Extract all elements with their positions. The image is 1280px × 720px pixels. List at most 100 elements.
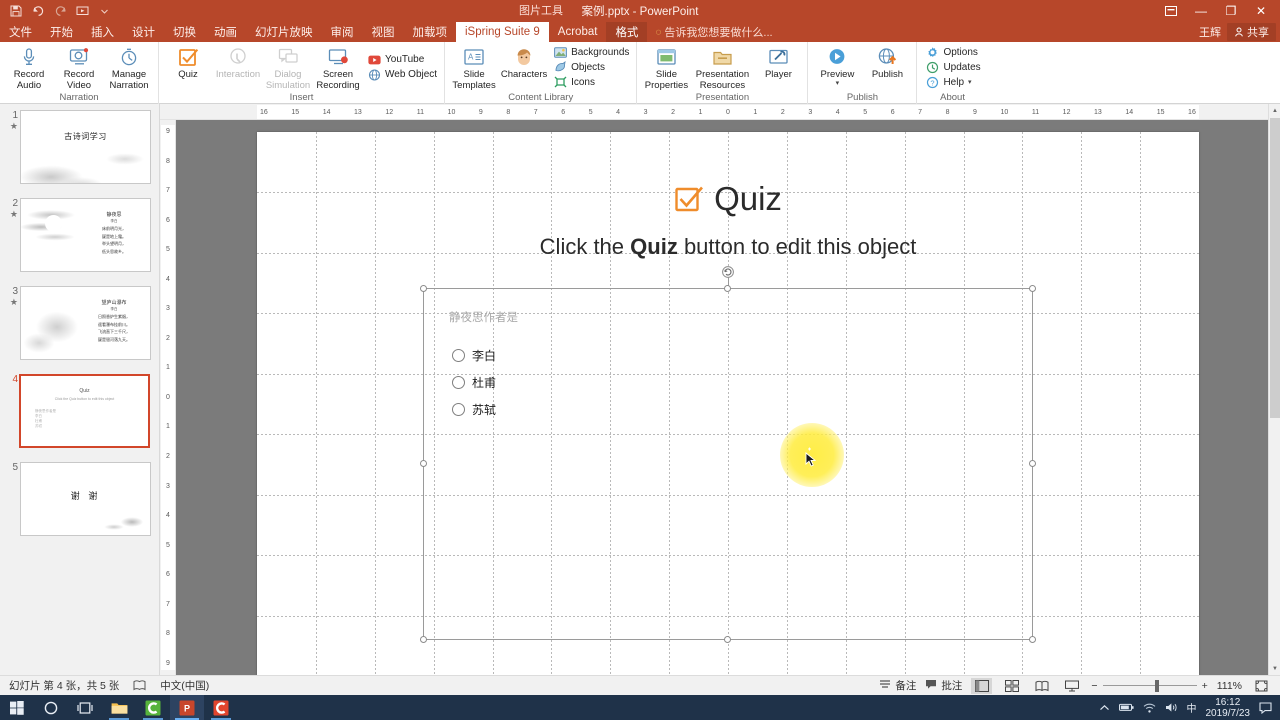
objects-button[interactable]: Objects <box>551 60 632 75</box>
clock[interactable]: 16:12 2019/7/23 <box>1206 697 1251 719</box>
quiz-option-row[interactable]: 李白 <box>452 347 496 364</box>
vertical-ruler[interactable]: 9 8 7 6 5 4 3 2 1 0 1 2 3 4 5 6 7 8 9 <box>160 120 176 675</box>
zoom-in-button[interactable]: + <box>1202 680 1208 692</box>
slide-thumbnail-5[interactable]: 谢 谢 <box>20 462 151 536</box>
slideshow-button[interactable] <box>1061 678 1082 694</box>
action-center-icon[interactable] <box>1259 701 1272 714</box>
scroll-down-icon[interactable]: ▼ <box>1269 662 1280 675</box>
slide-thumbnail-item[interactable]: 3 ★ 望庐山瀑布 李白 日照香炉生紫烟， 遥看瀑布挂前川。 飞流直下三千尺， … <box>0 286 159 368</box>
tab-addins[interactable]: 加载项 <box>404 22 457 42</box>
resize-handle-n[interactable] <box>724 285 731 292</box>
interaction-button[interactable]: Interaction <box>213 44 263 81</box>
slide-thumbnail-item[interactable]: 5 谢 谢 <box>0 462 159 544</box>
resize-handle-nw[interactable] <box>420 285 427 292</box>
cortana-search-button[interactable] <box>34 695 68 720</box>
dialog-simulation-button[interactable]: Dialog Simulation <box>263 44 313 91</box>
presentation-resources-button[interactable]: Presentation Resources <box>691 44 753 91</box>
resize-handle-se[interactable] <box>1029 636 1036 643</box>
help-button[interactable]: ? Help ▾ <box>923 75 983 90</box>
volume-icon[interactable] <box>1165 702 1178 713</box>
quiz-button[interactable]: Quiz <box>163 44 213 81</box>
tab-format[interactable]: 格式 <box>606 22 648 42</box>
rotation-handle[interactable] <box>721 265 735 279</box>
account-area[interactable]: 王辉 共享 <box>1199 22 1276 42</box>
scroll-up-icon[interactable]: ▲ <box>1269 104 1280 117</box>
slide-thumbnail-1[interactable]: 古诗词学习 <box>20 110 151 184</box>
slide-count-status[interactable]: 幻灯片 第 4 张，共 5 张 <box>9 678 119 693</box>
player-button[interactable]: Player <box>753 44 803 81</box>
zoom-slider[interactable]: − + <box>1091 679 1208 692</box>
web-object-button[interactable]: Web Object <box>365 67 440 82</box>
zoom-slider-thumb[interactable] <box>1154 679 1159 692</box>
comments-button[interactable]: 批注 <box>925 678 962 693</box>
slide-edit-area[interactable]: Quiz Click the Quiz button to edit this … <box>176 120 1268 675</box>
wifi-icon[interactable] <box>1143 703 1156 713</box>
slide-properties-button[interactable]: Slide Properties <box>641 44 691 91</box>
tab-ispring-suite-9[interactable]: iSpring Suite 9 <box>456 22 549 42</box>
split-control[interactable] <box>1269 648 1280 662</box>
slide-sorter-button[interactable] <box>1001 678 1022 694</box>
camtasia-studio-button[interactable] <box>136 695 170 720</box>
tab-file[interactable]: 文件 <box>0 22 41 42</box>
publish-button[interactable]: Publish <box>862 44 912 81</box>
vertical-scrollbar[interactable]: ▲ ▼ <box>1268 104 1280 675</box>
close-button[interactable]: ✕ <box>1246 0 1276 22</box>
screen-recording-button[interactable]: Screen Recording <box>313 44 363 91</box>
powerpoint-button[interactable]: P <box>170 695 204 720</box>
selected-quiz-object[interactable]: 静夜思作者是 李白 杜甫 苏轼 <box>420 266 1036 643</box>
radio-button-icon[interactable] <box>452 376 465 389</box>
resize-handle-s[interactable] <box>724 636 731 643</box>
tab-home[interactable]: 开始 <box>41 22 82 42</box>
tab-acrobat[interactable]: Acrobat <box>549 22 607 42</box>
slide-thumbnail-3[interactable]: 望庐山瀑布 李白 日照香炉生紫烟， 遥看瀑布挂前川。 飞流直下三千尺， 疑是银河… <box>20 286 151 360</box>
notes-button[interactable]: 备注 <box>879 678 916 693</box>
file-explorer-button[interactable] <box>102 695 136 720</box>
radio-button-icon[interactable] <box>452 349 465 362</box>
proofing-icon[interactable] <box>133 680 146 691</box>
zoom-track[interactable] <box>1102 679 1197 692</box>
slide-thumbnail-2[interactable]: 静夜思 李白 床前明月光， 疑是地上霜。 举头望明月， 低头思故乡。 <box>20 198 151 272</box>
manage-narration-button[interactable]: Manage Narration <box>104 44 154 91</box>
reading-view-button[interactable] <box>1031 678 1052 694</box>
current-slide[interactable]: Quiz Click the Quiz button to edit this … <box>257 132 1199 675</box>
radio-button-icon[interactable] <box>452 403 465 416</box>
help-caret-icon[interactable]: ▾ <box>968 78 972 86</box>
ribbon-display-options-icon[interactable] <box>1156 0 1186 22</box>
tab-view[interactable]: 视图 <box>363 22 404 42</box>
resize-handle-sw[interactable] <box>420 636 427 643</box>
resize-handle-ne[interactable] <box>1029 285 1036 292</box>
tab-review[interactable]: 审阅 <box>322 22 363 42</box>
youtube-button[interactable]: YouTube <box>365 52 440 67</box>
updates-button[interactable]: Updates <box>923 60 983 75</box>
zoom-level-label[interactable]: 111% <box>1217 680 1242 692</box>
battery-icon[interactable] <box>1118 703 1134 712</box>
tab-slideshow[interactable]: 幻灯片放映 <box>246 22 322 42</box>
ime-indicator[interactable]: 中 <box>1187 700 1197 715</box>
tab-design[interactable]: 设计 <box>123 22 164 42</box>
language-status[interactable]: 中文(中国) <box>160 678 209 693</box>
window-controls[interactable]: — ❐ ✕ <box>1156 0 1276 22</box>
tell-me-search[interactable]: ◌ 告诉我您想要做什么... <box>647 22 780 42</box>
tab-animations[interactable]: 动画 <box>205 22 246 42</box>
slide-thumbnail-panel[interactable]: 1 ★ 古诗词学习 2 ★ 静夜思 李白 床前明月光， 疑是地上霜。 举头望明月… <box>0 104 160 675</box>
options-button[interactable]: Options <box>923 45 983 60</box>
quiz-option-row[interactable]: 苏轼 <box>452 401 496 418</box>
slide-templates-button[interactable]: A Slide Templates <box>449 44 499 91</box>
backgrounds-button[interactable]: Backgrounds <box>551 45 632 60</box>
share-button[interactable]: 共享 <box>1227 23 1276 41</box>
start-button[interactable] <box>0 695 34 720</box>
zoom-out-button[interactable]: − <box>1091 680 1097 692</box>
resize-handle-e[interactable] <box>1029 460 1036 467</box>
task-view-button[interactable] <box>68 695 102 720</box>
minimize-button[interactable]: — <box>1186 0 1216 22</box>
slide-thumbnail-item[interactable]: 1 ★ 古诗词学习 <box>0 110 159 192</box>
restore-button[interactable]: ❐ <box>1216 0 1246 22</box>
system-tray[interactable]: 中 16:12 2019/7/23 <box>1099 697 1280 719</box>
record-video-button[interactable]: Record Video <box>54 44 104 91</box>
resize-handle-w[interactable] <box>420 460 427 467</box>
fit-to-window-button[interactable] <box>1251 678 1272 694</box>
record-audio-button[interactable]: Record Audio <box>4 44 54 91</box>
preview-button[interactable]: Preview ▾ <box>812 44 862 87</box>
camtasia-recorder-button[interactable] <box>204 695 238 720</box>
icons-button[interactable]: Icons <box>551 75 632 90</box>
